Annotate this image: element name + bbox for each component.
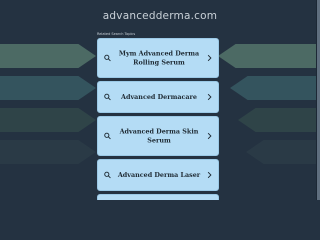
scrollbar-track[interactable] [316,0,320,200]
decorative-shape [0,76,96,100]
chevron-right-icon [207,171,212,179]
search-link-partial[interactable] [97,194,219,200]
search-link-advanced-dermacare[interactable]: Advanced Dermacare [97,81,219,113]
search-link-advanced-derma-skin-serum[interactable]: Advanced Derma Skin Serum [97,116,219,156]
search-link-label: Advanced Dermacare [121,92,197,101]
page: advancedderma.com Related Search Topics … [0,0,320,200]
search-link-label: Advanced Derma Laser [117,170,201,179]
chevron-right-icon [207,93,212,101]
related-searches-label: Related Search Topics [97,32,136,36]
decorative-shape [0,140,96,164]
decorative-shape [230,76,320,100]
search-link-label: Mym Advanced Derma Rolling Serum [118,49,200,67]
search-link-advanced-derma-laser[interactable]: Advanced Derma Laser [97,159,219,191]
decorative-shape [218,44,320,68]
chevron-right-icon [207,132,212,140]
search-icon [104,132,111,140]
decorative-shape [246,140,320,164]
search-link-mym-advanced-derma-rolling-serum[interactable]: Mym Advanced Derma Rolling Serum [97,38,219,78]
site-domain-title: advancedderma.com [102,10,218,22]
search-icon [104,171,111,179]
decorative-shape [0,44,96,68]
search-icon [104,93,111,101]
chevron-right-icon [207,54,212,62]
search-link-label: Advanced Derma Skin Serum [119,127,199,145]
decorative-shape [0,108,96,132]
search-icon [104,54,111,62]
decorative-shape [238,108,320,132]
